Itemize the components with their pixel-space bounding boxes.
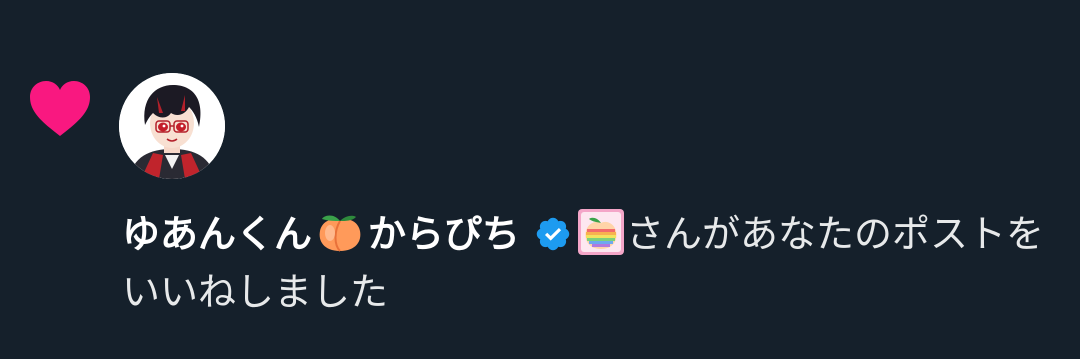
rainbow-peach-badge-icon xyxy=(578,209,625,255)
peach-emoji-icon xyxy=(319,215,361,252)
user-name-part1[interactable]: ゆあんくん xyxy=(122,212,312,256)
like-notification[interactable]: ゆあんくん からぴち さんがあなたのポストをいいねしました xyxy=(0,0,1080,359)
user-avatar[interactable] xyxy=(119,73,225,179)
heart-icon xyxy=(30,81,90,136)
verified-badge-icon xyxy=(536,217,570,251)
user-display-name[interactable]: ゆあんくん からぴち xyxy=(122,212,520,256)
notification-message: ゆあんくん からぴち さんがあなたのポストをいいねしました xyxy=(122,205,1062,321)
user-name-part2[interactable]: からぴち xyxy=(368,212,520,256)
